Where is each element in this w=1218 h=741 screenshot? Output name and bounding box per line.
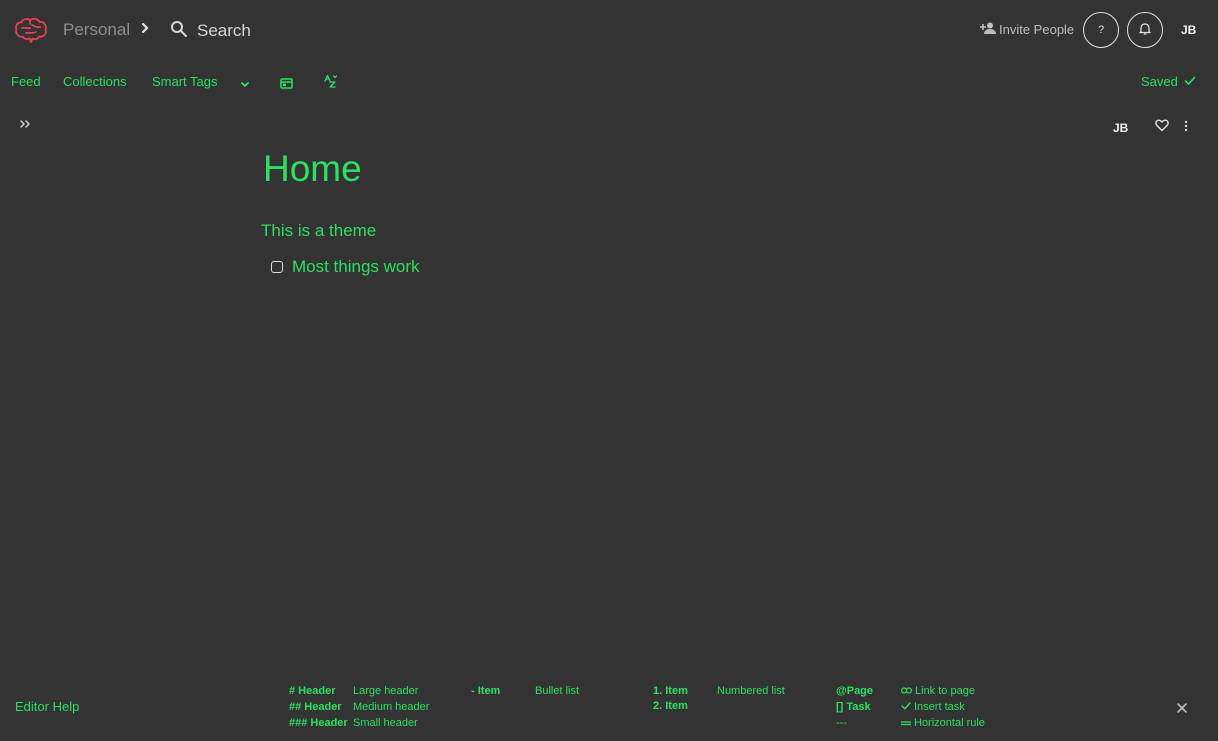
help-desc-row: Horizontal rule	[901, 717, 985, 729]
chevron-right-icon	[140, 21, 150, 40]
help-label: ?	[1097, 24, 1105, 36]
task-text[interactable]: Most things work	[292, 257, 420, 277]
chevron-down-icon[interactable]	[240, 76, 250, 94]
saved-status: Saved	[1141, 74, 1196, 89]
help-desc: Small header	[353, 717, 418, 729]
help-key: ## Header	[289, 701, 342, 713]
user-avatar[interactable]: JB	[1181, 23, 1196, 37]
help-desc-row: Link to page	[901, 685, 975, 697]
task-checkbox[interactable]	[271, 261, 283, 273]
nav-feed[interactable]: Feed	[11, 74, 41, 89]
card-view-icon[interactable]	[280, 76, 293, 94]
add-person-icon	[980, 22, 996, 37]
page-author-avatar[interactable]: JB	[1113, 121, 1128, 135]
help-desc: Medium header	[353, 701, 430, 713]
help-button[interactable]: ?	[1083, 12, 1119, 48]
editor-help-title[interactable]: Editor Help	[15, 699, 79, 714]
help-desc: Insert task	[914, 701, 965, 713]
check-icon	[901, 701, 911, 713]
help-desc: Link to page	[915, 685, 975, 697]
expand-sidebar-icon[interactable]	[18, 117, 32, 136]
search-label: Search	[197, 21, 251, 40]
sort-az-icon[interactable]	[323, 74, 338, 93]
help-desc: Numbered list	[717, 685, 785, 697]
heart-icon[interactable]	[1155, 119, 1169, 137]
search-icon	[170, 20, 188, 43]
paragraph-block[interactable]: This is a theme	[261, 221, 376, 241]
help-key: - Item	[471, 685, 501, 697]
help-key: 1. Item	[653, 685, 688, 697]
help-desc-row: Insert task	[901, 701, 965, 713]
help-key: # Header	[289, 685, 336, 697]
help-key: ### Header	[289, 717, 348, 729]
nav-bar: Feed Collections Smart Tags Saved	[0, 70, 1218, 94]
link-icon	[901, 685, 913, 697]
notifications-button[interactable]	[1127, 12, 1163, 48]
task-item[interactable]: Most things work	[271, 257, 420, 277]
rule-icon	[901, 717, 911, 729]
brain-icon[interactable]	[14, 16, 48, 44]
top-bar: Personal Search Invite People ? JB	[0, 0, 1218, 62]
help-desc: Bullet list	[535, 685, 580, 697]
saved-label: Saved	[1141, 74, 1178, 89]
nav-collections[interactable]: Collections	[63, 74, 127, 89]
help-key: ---	[836, 717, 847, 729]
invite-people-label: Invite People	[999, 22, 1075, 37]
help-desc: Horizontal rule	[914, 717, 985, 729]
page-title[interactable]: Home	[263, 148, 362, 190]
close-icon[interactable]	[1175, 701, 1189, 720]
search-box[interactable]: Search	[170, 18, 251, 44]
help-key: [] Task	[836, 701, 871, 713]
nav-smart-tags[interactable]: Smart Tags	[152, 74, 218, 89]
workspace-name[interactable]: Personal	[63, 20, 130, 40]
help-desc: Large header	[353, 685, 419, 697]
help-key: 2. Item	[653, 700, 688, 712]
help-key: @Page	[836, 685, 874, 697]
bell-icon	[1139, 22, 1151, 38]
more-options-icon[interactable]	[1183, 119, 1189, 138]
check-icon	[1184, 74, 1196, 89]
invite-people-button[interactable]: Invite People	[980, 22, 1074, 37]
